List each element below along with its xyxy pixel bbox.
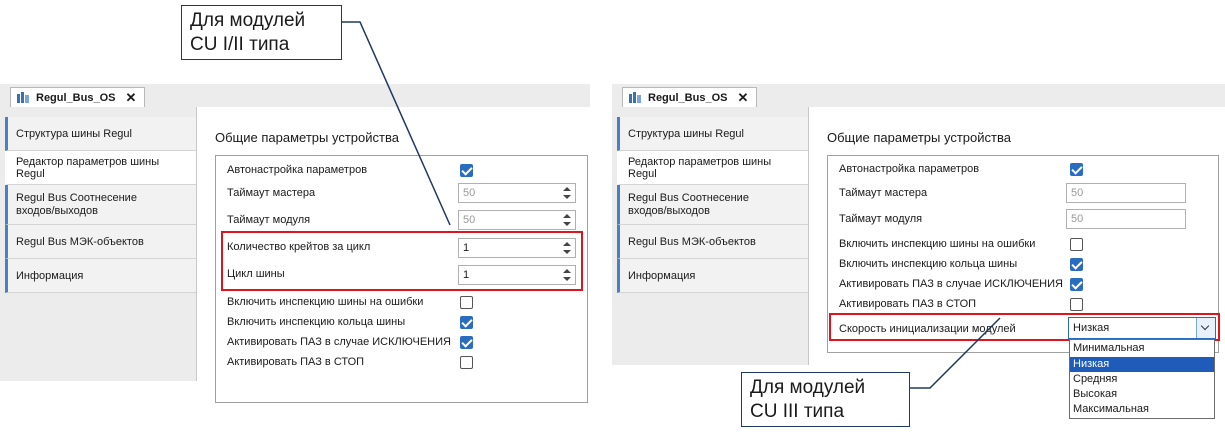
callout-leader-lines (342, 21, 1001, 389)
callout-cu-1-2: Для модулей CU I/II типа (181, 5, 342, 60)
callout-cu-3: Для модулей CU III типа (741, 372, 910, 427)
